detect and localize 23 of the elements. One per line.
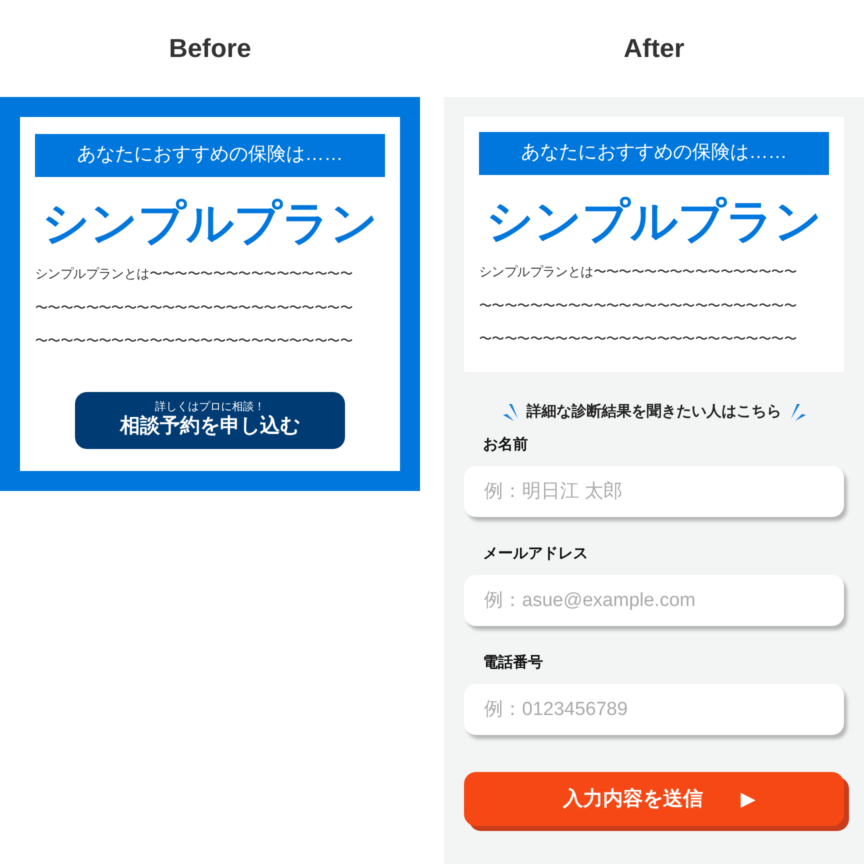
sparkle-icon xyxy=(790,403,806,421)
banner: あなたにおすすめの保険は…… xyxy=(479,132,829,175)
input-field[interactable]: 例：0123456789 xyxy=(464,684,844,735)
input-field[interactable]: 例：asue@example.com xyxy=(464,575,844,626)
description-line: 〜〜〜〜〜〜〜〜〜〜〜〜〜〜〜〜〜〜〜〜〜〜〜〜〜 xyxy=(35,332,354,350)
input-field[interactable]: 例：明日江 太郎 xyxy=(464,466,844,517)
prompt-text: 詳細な診断結果を聞きたい人はこちら xyxy=(526,402,782,422)
consult-button[interactable]: 詳しくはプロに相談！ 相談予約を申し込む xyxy=(75,392,345,448)
field-label: お名前 xyxy=(483,434,529,455)
section-heading: After xyxy=(624,32,684,65)
field-label: 電話番号 xyxy=(483,652,544,673)
description-line: 〜〜〜〜〜〜〜〜〜〜〜〜〜〜〜〜〜〜〜〜〜〜〜〜〜 xyxy=(479,296,798,314)
description-line: シンプルプランとは〜〜〜〜〜〜〜〜〜〜〜〜〜〜〜〜 xyxy=(479,263,798,281)
plan-title: シンプルプラン xyxy=(41,199,379,246)
section-heading: Before xyxy=(168,32,252,65)
sparkle-icon xyxy=(502,403,518,421)
submit-button[interactable]: 入力内容を送信 ▶ xyxy=(464,772,844,826)
description-line: 〜〜〜〜〜〜〜〜〜〜〜〜〜〜〜〜〜〜〜〜〜〜〜〜〜 xyxy=(479,330,798,348)
field-label: メールアドレス xyxy=(483,544,589,564)
plan-title: シンプルプラン xyxy=(485,197,823,244)
banner: あなたにおすすめの保険は…… xyxy=(35,134,385,177)
description-line: 〜〜〜〜〜〜〜〜〜〜〜〜〜〜〜〜〜〜〜〜〜〜〜〜〜 xyxy=(35,298,354,316)
description-line: シンプルプランとは〜〜〜〜〜〜〜〜〜〜〜〜〜〜〜〜 xyxy=(35,265,354,283)
